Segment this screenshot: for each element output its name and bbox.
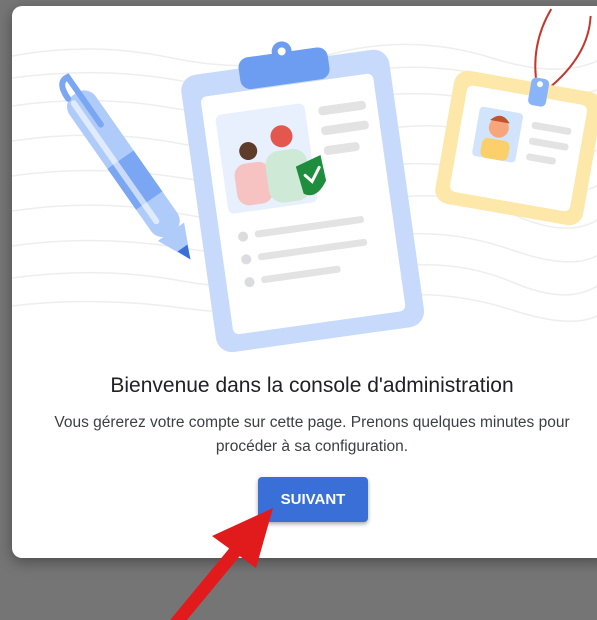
id-badge-icon [435, 8, 597, 226]
dialog-description: Vous gérerez votre compte sur cette page… [54, 414, 570, 455]
next-button[interactable]: SUIVANT [258, 477, 368, 522]
welcome-illustration [12, 8, 597, 353]
dialog-title: Bienvenue dans la console d'administrati… [110, 374, 514, 397]
pen-icon [59, 73, 191, 260]
clipboard-icon [181, 41, 425, 353]
welcome-dialog: Bienvenue dans la console d'administrati… [12, 6, 597, 558]
